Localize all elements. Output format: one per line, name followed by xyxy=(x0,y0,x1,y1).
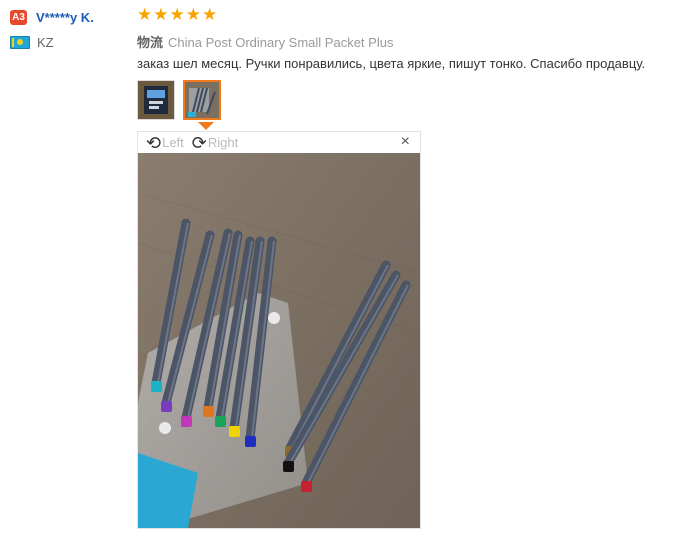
logistics-value: China Post Ordinary Small Packet Plus xyxy=(168,35,394,50)
photo-thumbnails xyxy=(137,80,221,120)
level-badge: A3 xyxy=(10,9,27,25)
rotate-left-button[interactable]: ⟲ Left xyxy=(146,134,184,152)
logistics-label: 物流 xyxy=(137,35,164,50)
close-icon[interactable]: × xyxy=(401,133,410,151)
pen-cap xyxy=(301,481,312,492)
country-code: KZ xyxy=(37,34,54,50)
star-icon: ★ xyxy=(169,5,185,24)
cap-ball xyxy=(159,422,171,434)
reviewer-info: A3 V*****y K. KZ xyxy=(10,8,130,50)
star-icon: ★ xyxy=(202,5,218,24)
reviewer-row: A3 V*****y K. xyxy=(10,8,130,26)
photo-viewer: ⟲ Left ⟳ Right × xyxy=(137,131,421,529)
review-body: ★ ★ ★ ★ ★ 物流 China Post Ordinary Small Pa… xyxy=(137,6,681,72)
rotate-right-icon: ⟳ xyxy=(191,132,207,153)
viewer-toolbar: ⟲ Left ⟳ Right × xyxy=(138,132,420,153)
pen-cap xyxy=(283,461,294,472)
pen-cap xyxy=(161,401,172,412)
rotate-right-button[interactable]: ⟳ Right xyxy=(192,134,238,152)
pen-cap xyxy=(215,416,226,427)
country-row: KZ xyxy=(10,34,130,50)
active-thumbnail-pointer xyxy=(198,122,214,130)
star-icon: ★ xyxy=(185,5,201,24)
review-text: заказ шел месяц. Ручки понравились, цвет… xyxy=(137,56,646,71)
logistics-info: 物流 China Post Ordinary Small Packet Plus xyxy=(137,32,681,50)
reviewer-name[interactable]: V*****y K. xyxy=(36,10,94,25)
review-photo xyxy=(138,153,420,528)
photo-thumbnail-active[interactable] xyxy=(183,80,221,120)
pen-cap xyxy=(229,426,240,437)
pen-cap xyxy=(203,406,214,417)
star-icon: ★ xyxy=(153,5,169,24)
kazakhstan-flag-icon xyxy=(10,35,30,49)
rotate-left-icon: ⟲ xyxy=(146,132,162,153)
star-icon: ★ xyxy=(137,5,153,24)
rotate-left-label: Left xyxy=(162,135,184,150)
pen-cap xyxy=(151,381,162,392)
cap-ball xyxy=(268,312,280,324)
star-rating: ★ ★ ★ ★ ★ xyxy=(137,6,681,24)
rotate-right-label: Right xyxy=(207,135,239,150)
photo-thumbnail[interactable] xyxy=(137,80,175,120)
pen-cap xyxy=(245,436,256,447)
pen-cap xyxy=(181,416,192,427)
